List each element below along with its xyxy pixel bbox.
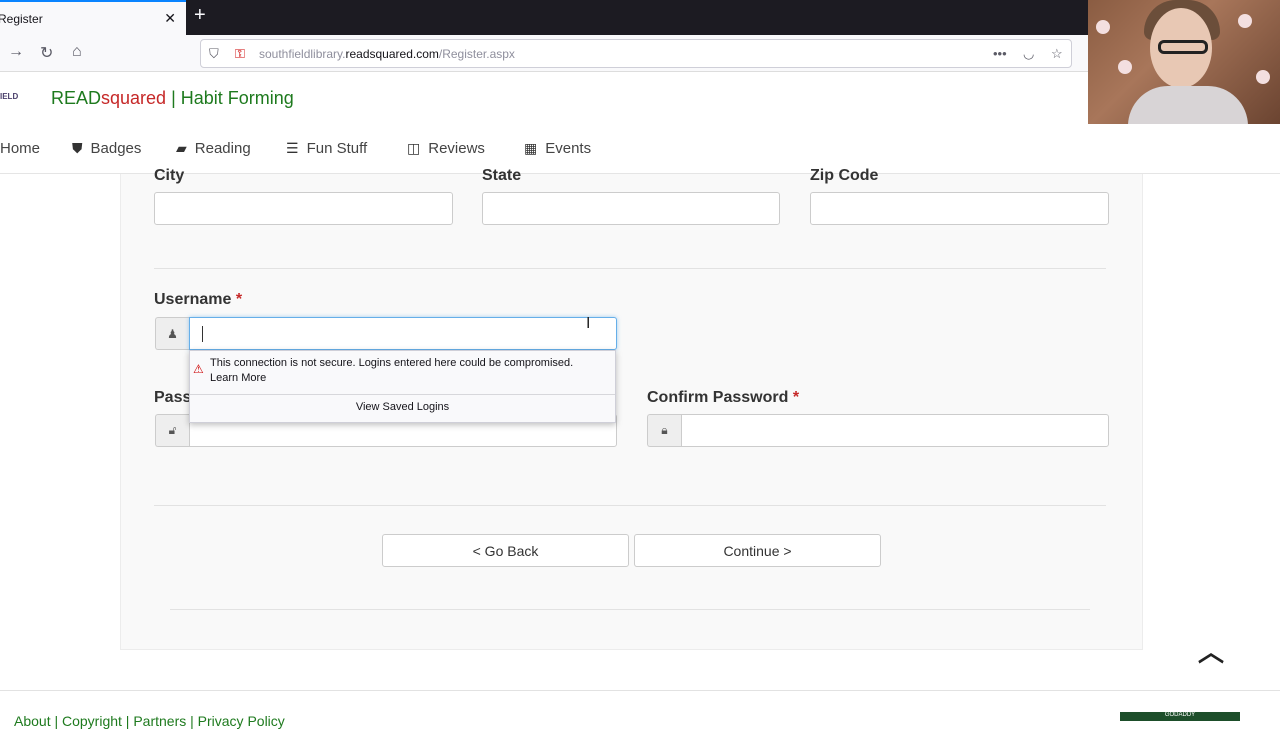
calendar-icon: ▦ bbox=[524, 140, 538, 156]
menu-item-reading[interactable]: ▰ Reading bbox=[176, 140, 251, 157]
go-back-button[interactable]: < Go Back bbox=[382, 534, 629, 567]
menu-item-reviews[interactable]: ◫ Reviews bbox=[407, 140, 485, 157]
user-icon: ♟ bbox=[155, 317, 189, 350]
more-icon[interactable]: ••• bbox=[993, 46, 1007, 61]
reload-icon[interactable]: ↻ bbox=[40, 43, 53, 63]
state-label: State bbox=[482, 167, 522, 184]
forward-icon[interactable]: → bbox=[8, 43, 24, 61]
browser-nav-bar: → ↻ ⌂ ⛉ ⚿ southfieldlibrary.readsquared.… bbox=[0, 35, 1088, 72]
url-bar[interactable]: ⛉ ⚿ southfieldlibrary.readsquared.com/Re… bbox=[200, 39, 1072, 68]
scroll-to-top-icon[interactable]: ︿ bbox=[1198, 632, 1224, 669]
browser-tab[interactable]: Register ✕ bbox=[0, 0, 186, 35]
text-caret bbox=[202, 326, 203, 342]
new-tab-icon[interactable]: + bbox=[194, 4, 206, 27]
username-input[interactable] bbox=[189, 317, 617, 350]
popup-divider bbox=[190, 394, 615, 395]
insecure-warning-icon: ⚠ bbox=[193, 362, 204, 376]
shield-icon: ⛊ bbox=[72, 140, 83, 156]
username-label: Username * bbox=[154, 291, 243, 308]
confirm-password-input[interactable] bbox=[681, 414, 1109, 447]
menu-item-fun-stuff[interactable]: ☰ Fun Stuff bbox=[286, 140, 367, 157]
library-logo[interactable]: IELD bbox=[0, 82, 18, 112]
browser-tab-bar: Register ✕ + bbox=[0, 0, 1088, 35]
footer: About | Copyright | Partners | Privacy P… bbox=[0, 690, 1280, 729]
close-icon[interactable]: ✕ bbox=[164, 10, 176, 27]
menu-item-home[interactable]: Home bbox=[0, 140, 40, 157]
main-menu: Home ⛊ Badges ▰ Reading ☰ Fun Stuff ◫ Re… bbox=[0, 124, 1280, 174]
city-input[interactable] bbox=[154, 192, 453, 225]
insecure-login-popup: ⚠ This connection is not secure. Logins … bbox=[189, 350, 616, 423]
state-input[interactable] bbox=[482, 192, 780, 225]
city-label: City bbox=[154, 167, 185, 184]
home-icon[interactable]: ⌂ bbox=[72, 43, 82, 61]
learn-more-link[interactable]: Learn More bbox=[210, 371, 573, 386]
password-label: Pass bbox=[154, 389, 192, 406]
view-saved-logins[interactable]: View Saved Logins bbox=[190, 401, 615, 413]
lock-icon: 🔒︎ bbox=[647, 414, 681, 447]
site-header: IELD READsquared | Habit Forming bbox=[0, 72, 1088, 124]
zip-label: Zip Code bbox=[810, 167, 879, 184]
footer-links[interactable]: About | Copyright | Partners | Privacy P… bbox=[14, 713, 285, 729]
text-cursor-icon: I bbox=[586, 315, 591, 332]
confirm-password-label: Confirm Password * bbox=[647, 389, 800, 406]
divider bbox=[170, 609, 1090, 610]
bookmark-star-icon[interactable]: ☆ bbox=[1051, 46, 1063, 62]
insecure-lock-icon[interactable]: ⚿ bbox=[235, 46, 245, 62]
lock-icon: 🔓︎ bbox=[155, 414, 189, 447]
book-icon: ▰ bbox=[176, 140, 187, 156]
pocket-icon[interactable]: ◡ bbox=[1023, 46, 1034, 62]
shield-icon[interactable]: ⛉ bbox=[209, 46, 219, 62]
divider bbox=[154, 505, 1106, 506]
webcam-overlay bbox=[1088, 0, 1280, 124]
tab-title: Register bbox=[0, 11, 43, 26]
list-icon: ☰ bbox=[286, 140, 299, 156]
menu-item-badges[interactable]: ⛊ Badges bbox=[72, 140, 141, 157]
continue-button[interactable]: Continue > bbox=[634, 534, 881, 567]
url-text: southfieldlibrary.readsquared.com/Regist… bbox=[259, 47, 515, 61]
insecure-message: This connection is not secure. Logins en… bbox=[210, 357, 574, 369]
divider bbox=[154, 268, 1106, 269]
menu-item-events[interactable]: ▦ Events bbox=[524, 140, 591, 157]
open-book-icon: ◫ bbox=[407, 140, 421, 156]
brand-title[interactable]: READsquared | Habit Forming bbox=[51, 88, 294, 109]
zip-input[interactable] bbox=[810, 192, 1109, 225]
